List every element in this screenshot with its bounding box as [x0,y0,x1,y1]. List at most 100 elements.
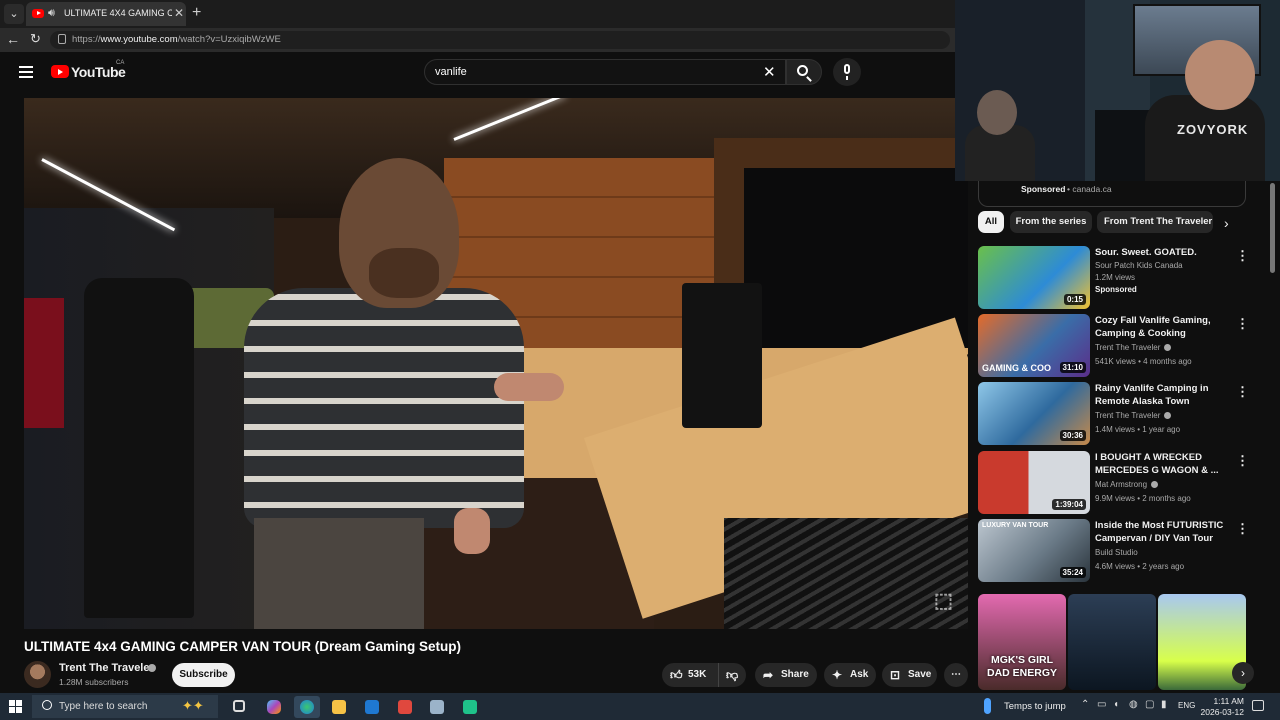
verified-check-icon [1164,344,1172,352]
back-arrow-icon[interactable]: ← [6,31,20,47]
tab-list-button[interactable]: ⌄ [4,4,24,24]
recommendation-item[interactable]: 0:15 Sour. Sweet. GOATED. Sour Patch Kid… [978,246,1268,310]
discord-icon[interactable] [459,696,481,718]
chevron-right-icon[interactable]: › [1224,215,1229,231]
sponsored-tag: Sponsored [1095,285,1137,294]
voice-search-button[interactable] [833,58,861,86]
notification-icon[interactable] [1252,700,1264,711]
more-vert-icon[interactable]: ⋮ [1236,521,1249,537]
recommendation-channel[interactable]: Mat Armstrong [1095,480,1159,489]
ad-card[interactable] [978,181,1246,207]
thumbnail-caption: GAMING & COO [982,363,1051,373]
video-thumbnail[interactable]: GAMING & COO 31:10 [978,314,1090,377]
ad-domain: • canada.ca [1067,184,1112,194]
streamer-face [1185,40,1255,110]
display-icon[interactable]: ▭ [1097,699,1106,710]
task-view-icon[interactable] [229,696,251,718]
shorts-next-button[interactable]: › [1232,662,1254,684]
recommendation-title[interactable]: Rainy Vanlife Camping in Remote Alaska T… [1095,382,1230,408]
more-vert-icon[interactable]: ⋮ [1236,453,1249,469]
clear-search-button[interactable]: ✕ [763,63,776,81]
channel-name[interactable]: Trent The Traveler [59,662,154,674]
youtube-header: YouTube CA vanlife ✕ [0,52,960,94]
dislike-button[interactable]: 👎︎ [718,663,746,687]
youtube-logo-icon[interactable] [51,65,69,78]
edge-browser-icon[interactable] [294,696,320,718]
short-thumbnail[interactable] [1068,594,1156,690]
recommendation-channel[interactable]: Trent The Traveler [1095,343,1172,352]
new-tab-button[interactable]: + [192,4,201,22]
video-thumbnail[interactable]: 0:15 [978,246,1090,309]
clock-date[interactable]: 2026-03-12 [1194,707,1244,717]
more-vert-icon[interactable]: ⋮ [1236,248,1249,264]
channel-avatar[interactable] [24,661,51,688]
coffee-machine [682,283,762,428]
save-button[interactable]: ⊡ Save [882,663,937,687]
more-actions-button[interactable]: ⋯ [944,663,968,687]
reload-icon[interactable]: ↻ [30,31,41,47]
short-thumbnail[interactable]: MGK'S GIRL DAD ENERGY [978,594,1066,690]
duration-badge: 30:36 [1059,430,1086,441]
recommendation-meta: 541K views • 4 months ago [1095,357,1192,366]
tab-close-button[interactable]: ✕ [174,6,184,20]
recommendation-title[interactable]: Sour. Sweet. GOATED. [1095,246,1230,259]
like-button[interactable]: 👍︎ 53K [662,663,718,687]
video-thumbnail[interactable]: LUXURY VAN TOUR 35:24 [978,519,1090,582]
url-field[interactable]: https://www.youtube.com/watch?v=UzxiqibW… [50,31,950,49]
chevron-up-icon[interactable]: ⌃ [1081,699,1089,710]
hamburger-menu-icon[interactable] [19,66,33,78]
clock-time[interactable]: 1:11 AM [1200,696,1244,706]
sparkle-icon: ✦✦ [182,698,204,713]
copilot-icon[interactable] [263,696,285,718]
mail-icon[interactable] [361,696,383,718]
thermometer-icon[interactable] [984,698,991,714]
weather-widget[interactable]: Temps to jump [1004,701,1066,712]
recommendation-item[interactable]: LUXURY VAN TOUR 35:24 Inside the Most FU… [978,519,1268,583]
video-title: ULTIMATE 4x4 GAMING CAMPER VAN TOUR (Dre… [24,639,462,654]
speaker-icon[interactable]: ◖ [1113,699,1119,710]
photos-app-icon[interactable] [426,696,448,718]
chip-all[interactable]: All [978,211,1004,233]
network-icon[interactable]: ◍ [1129,699,1138,710]
share-button[interactable]: ➦ Share [755,663,817,687]
recommendation-channel[interactable]: Sour Patch Kids Canada [1095,261,1183,270]
windows-start-icon[interactable] [9,700,22,713]
monitor-icon[interactable]: ▢ [1145,699,1154,710]
search-button[interactable] [786,59,822,85]
recommendation-item[interactable]: GAMING & COO 31:10 Cozy Fall Vanlife Gam… [978,314,1268,378]
video-thumbnail[interactable]: 1:39:04 [978,451,1090,514]
more-vert-icon[interactable]: ⋮ [1236,384,1249,400]
recommendation-title[interactable]: I BOUGHT A WRECKED MERCEDES G WAGON & ..… [1095,451,1230,477]
recommendation-channel[interactable]: Build Studio [1095,548,1138,557]
recommendation-title[interactable]: Cozy Fall Vanlife Gaming, Camping & Cook… [1095,314,1230,340]
sidebar-scrollbar[interactable] [1268,183,1276,683]
subscribe-button[interactable]: Subscribe [172,663,235,687]
windows-taskbar: Type here to search ✦✦ Temps to jump ⌃ ▭… [0,693,1280,720]
video-thumbnail[interactable]: 30:36 [978,382,1090,445]
scrollbar-thumb[interactable] [1270,183,1275,273]
channel-watermark-icon[interactable]: ⬚ [934,588,953,613]
more-vert-icon[interactable]: ⋮ [1236,316,1249,332]
recommendation-title[interactable]: Inside the Most FUTURISTIC Campervan / D… [1095,519,1230,545]
speaker-icon[interactable]: 🔊︎ [48,7,55,20]
chip-from-channel[interactable]: From Trent The Traveler [1097,211,1213,233]
chip-from-the-series[interactable]: From the series [1010,211,1092,233]
search-icon [42,700,52,710]
file-explorer-icon[interactable] [328,696,350,718]
recommendation-item[interactable]: 1:39:04 I BOUGHT A WRECKED MERCEDES G WA… [978,451,1268,515]
youtube-wordmark[interactable]: YouTube [71,64,126,80]
microphone-icon[interactable]: ▮ [1161,699,1167,710]
browser-tab[interactable]: 🔊︎ ULTIMATE 4X4 GAMING CAMPER ✕ [26,2,186,26]
taskbar-search-input[interactable]: Type here to search ✦✦ [32,695,218,718]
recommendation-item[interactable]: 30:36 Rainy Vanlife Camping in Remote Al… [978,382,1268,446]
duration-badge: 35:24 [1059,567,1086,578]
recommendation-channel[interactable]: Trent The Traveler [1095,411,1172,420]
search-input[interactable]: vanlife ✕ [424,59,786,85]
ask-button[interactable]: ✦ Ask [824,663,876,687]
video-player[interactable]: ⬚ [24,98,968,629]
short-caption: MGK'S GIRL DAD ENERGY [986,654,1057,679]
language-indicator[interactable]: ENG [1178,701,1195,710]
recommendation-meta: 1.2M views [1095,273,1136,282]
gift-app-icon[interactable] [394,696,416,718]
youtube-favicon-icon [32,9,44,18]
